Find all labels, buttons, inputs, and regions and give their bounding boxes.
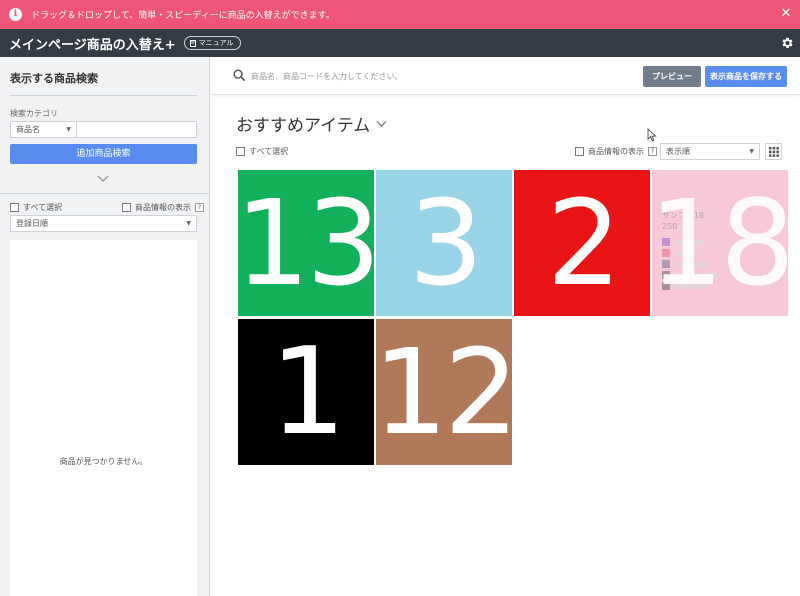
divider: [10, 95, 197, 96]
sidebar: 表示する商品検索 検索カテゴリ 商品名 ▼ 追加商品検索 すべて選択 商品情報の…: [0, 57, 210, 596]
main-toolbar: プレビュー 表示商品を保存する: [211, 57, 800, 95]
product-number: 3: [408, 174, 483, 312]
grid-icon: [769, 147, 779, 157]
preview-button[interactable]: プレビュー: [643, 66, 701, 87]
save-button[interactable]: 表示商品を保存する: [705, 66, 787, 87]
product-number: 13: [238, 174, 374, 312]
main-show-info[interactable]: 商品情報の表示 ?: [575, 146, 657, 157]
checkbox[interactable]: [575, 147, 584, 156]
help-icon[interactable]: ?: [648, 147, 657, 156]
main-sort-select[interactable]: 表示順 ▼: [660, 143, 760, 160]
checkbox[interactable]: [122, 203, 131, 212]
grid-view-button[interactable]: [765, 143, 782, 160]
caret-down-icon: ▼: [749, 148, 754, 155]
divider: [0, 193, 210, 194]
product-tile[interactable]: 12: [376, 319, 512, 465]
keyword-input[interactable]: [76, 121, 197, 138]
show-info-label: 商品情報の表示: [588, 147, 644, 156]
product-number: 2: [546, 174, 621, 312]
sort-value: 登録日順: [16, 219, 48, 228]
product-tile[interactable]: 3: [376, 170, 512, 316]
select-all-label: すべて選択: [249, 147, 289, 156]
add-search-button[interactable]: 追加商品検索: [10, 144, 197, 164]
sidebar-select-all[interactable]: すべて選択: [10, 202, 62, 213]
checkbox[interactable]: [236, 147, 245, 156]
sidebar-show-info[interactable]: 商品情報の表示 ?: [122, 202, 204, 213]
help-icon[interactable]: ?: [195, 203, 204, 212]
caret-down-icon: ▼: [186, 220, 191, 227]
product-tile[interactable]: 13: [238, 170, 374, 316]
product-tile[interactable]: 2: [514, 170, 650, 316]
empty-message: 商品が見つかりません。: [59, 457, 148, 466]
title-bar: メインページ商品の入替え+ ≡ マニュアル: [0, 29, 800, 57]
chevron-down-icon[interactable]: [376, 120, 387, 128]
product-number: 1: [269, 322, 346, 462]
info-icon: i: [9, 8, 22, 21]
chevron-down-icon[interactable]: [97, 174, 109, 184]
caret-down-icon: ▼: [66, 126, 71, 133]
close-icon[interactable]: ✕: [778, 6, 794, 22]
main-select-all[interactable]: すべて選択: [236, 146, 288, 157]
page-title: メインページ商品の入替え+: [9, 37, 176, 53]
category-select-value: 商品名: [16, 125, 40, 134]
product-number: 18: [652, 174, 788, 312]
notice-bar: i ドラッグ＆ドロップして、簡単・スピーディーに商品の入替えができます。 ✕: [0, 0, 800, 29]
category-label: 検索カテゴリ: [10, 109, 58, 118]
mouse-cursor-icon: [647, 128, 657, 142]
notice-text: ドラッグ＆ドロップして、簡単・スピーディーに商品の入替えができます。: [31, 11, 335, 21]
product-tile[interactable]: 1: [238, 319, 374, 465]
product-search-input[interactable]: [251, 67, 631, 85]
product-number: 12: [376, 323, 512, 461]
sidebar-sort-select[interactable]: 登録日順 ▼: [10, 215, 197, 232]
manual-label: マニュアル: [198, 39, 234, 47]
gear-icon[interactable]: [780, 36, 794, 50]
select-all-label: すべて選択: [23, 203, 63, 212]
section-title[interactable]: おすすめアイテム: [236, 111, 387, 136]
manual-button[interactable]: ≡ マニュアル: [183, 36, 242, 50]
checkbox[interactable]: [10, 203, 19, 212]
show-info-label: 商品情報の表示: [135, 203, 191, 212]
document-icon: ≡: [189, 39, 196, 47]
sidebar-title: 表示する商品検索: [10, 72, 98, 85]
section-title-text: おすすめアイテム: [236, 116, 371, 136]
search-results-panel: 商品が見つかりません。: [10, 240, 197, 596]
sort-value: 表示順: [666, 147, 690, 156]
product-tile[interactable]: サンプル18 250 18: [652, 170, 788, 316]
category-select[interactable]: 商品名 ▼: [10, 121, 77, 138]
search-icon: [233, 69, 246, 82]
